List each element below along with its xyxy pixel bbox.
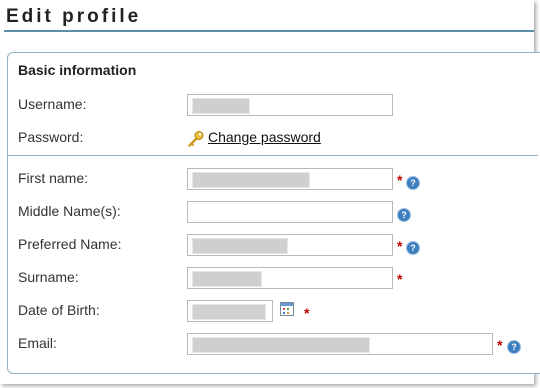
redacted-value <box>192 238 288 254</box>
section-title: Basic information <box>18 62 137 78</box>
date-of-birth-label: Date of Birth: <box>18 302 100 318</box>
password-label: Password: <box>18 129 84 145</box>
date-of-birth-field[interactable] <box>187 300 273 322</box>
redacted-value <box>192 271 262 287</box>
help-icon[interactable]: ? <box>398 209 410 221</box>
middle-name-field[interactable] <box>187 201 393 223</box>
required-marker: * <box>397 238 403 254</box>
required-marker: * <box>304 305 310 321</box>
preferred-name-field[interactable] <box>187 234 393 256</box>
preferred-name-label: Preferred Name: <box>18 236 122 252</box>
redacted-value <box>192 337 370 353</box>
email-field[interactable] <box>187 333 493 355</box>
key-icon <box>188 131 204 147</box>
help-icon[interactable]: ? <box>407 242 419 254</box>
username-label: Username: <box>18 96 87 112</box>
change-password-link[interactable]: Change password <box>208 129 321 145</box>
redacted-value <box>192 304 266 320</box>
redacted-value <box>192 98 250 114</box>
title-underline <box>4 30 534 32</box>
calendar-icon[interactable] <box>280 302 294 316</box>
help-icon[interactable]: ? <box>407 177 419 189</box>
first-name-field[interactable] <box>187 168 393 190</box>
first-name-label: First name: <box>18 170 89 186</box>
email-label: Email: <box>18 335 57 351</box>
surname-label: Surname: <box>18 269 79 285</box>
middle-name-label: Middle Name(s): <box>18 203 121 219</box>
help-icon[interactable]: ? <box>508 341 520 353</box>
redacted-value <box>192 172 310 188</box>
required-marker: * <box>397 271 403 287</box>
required-marker: * <box>397 172 403 188</box>
required-marker: * <box>497 337 503 353</box>
username-field[interactable] <box>187 94 393 116</box>
section-divider <box>8 155 538 156</box>
page-title: Edit profile <box>6 6 142 27</box>
surname-field[interactable] <box>187 267 393 289</box>
